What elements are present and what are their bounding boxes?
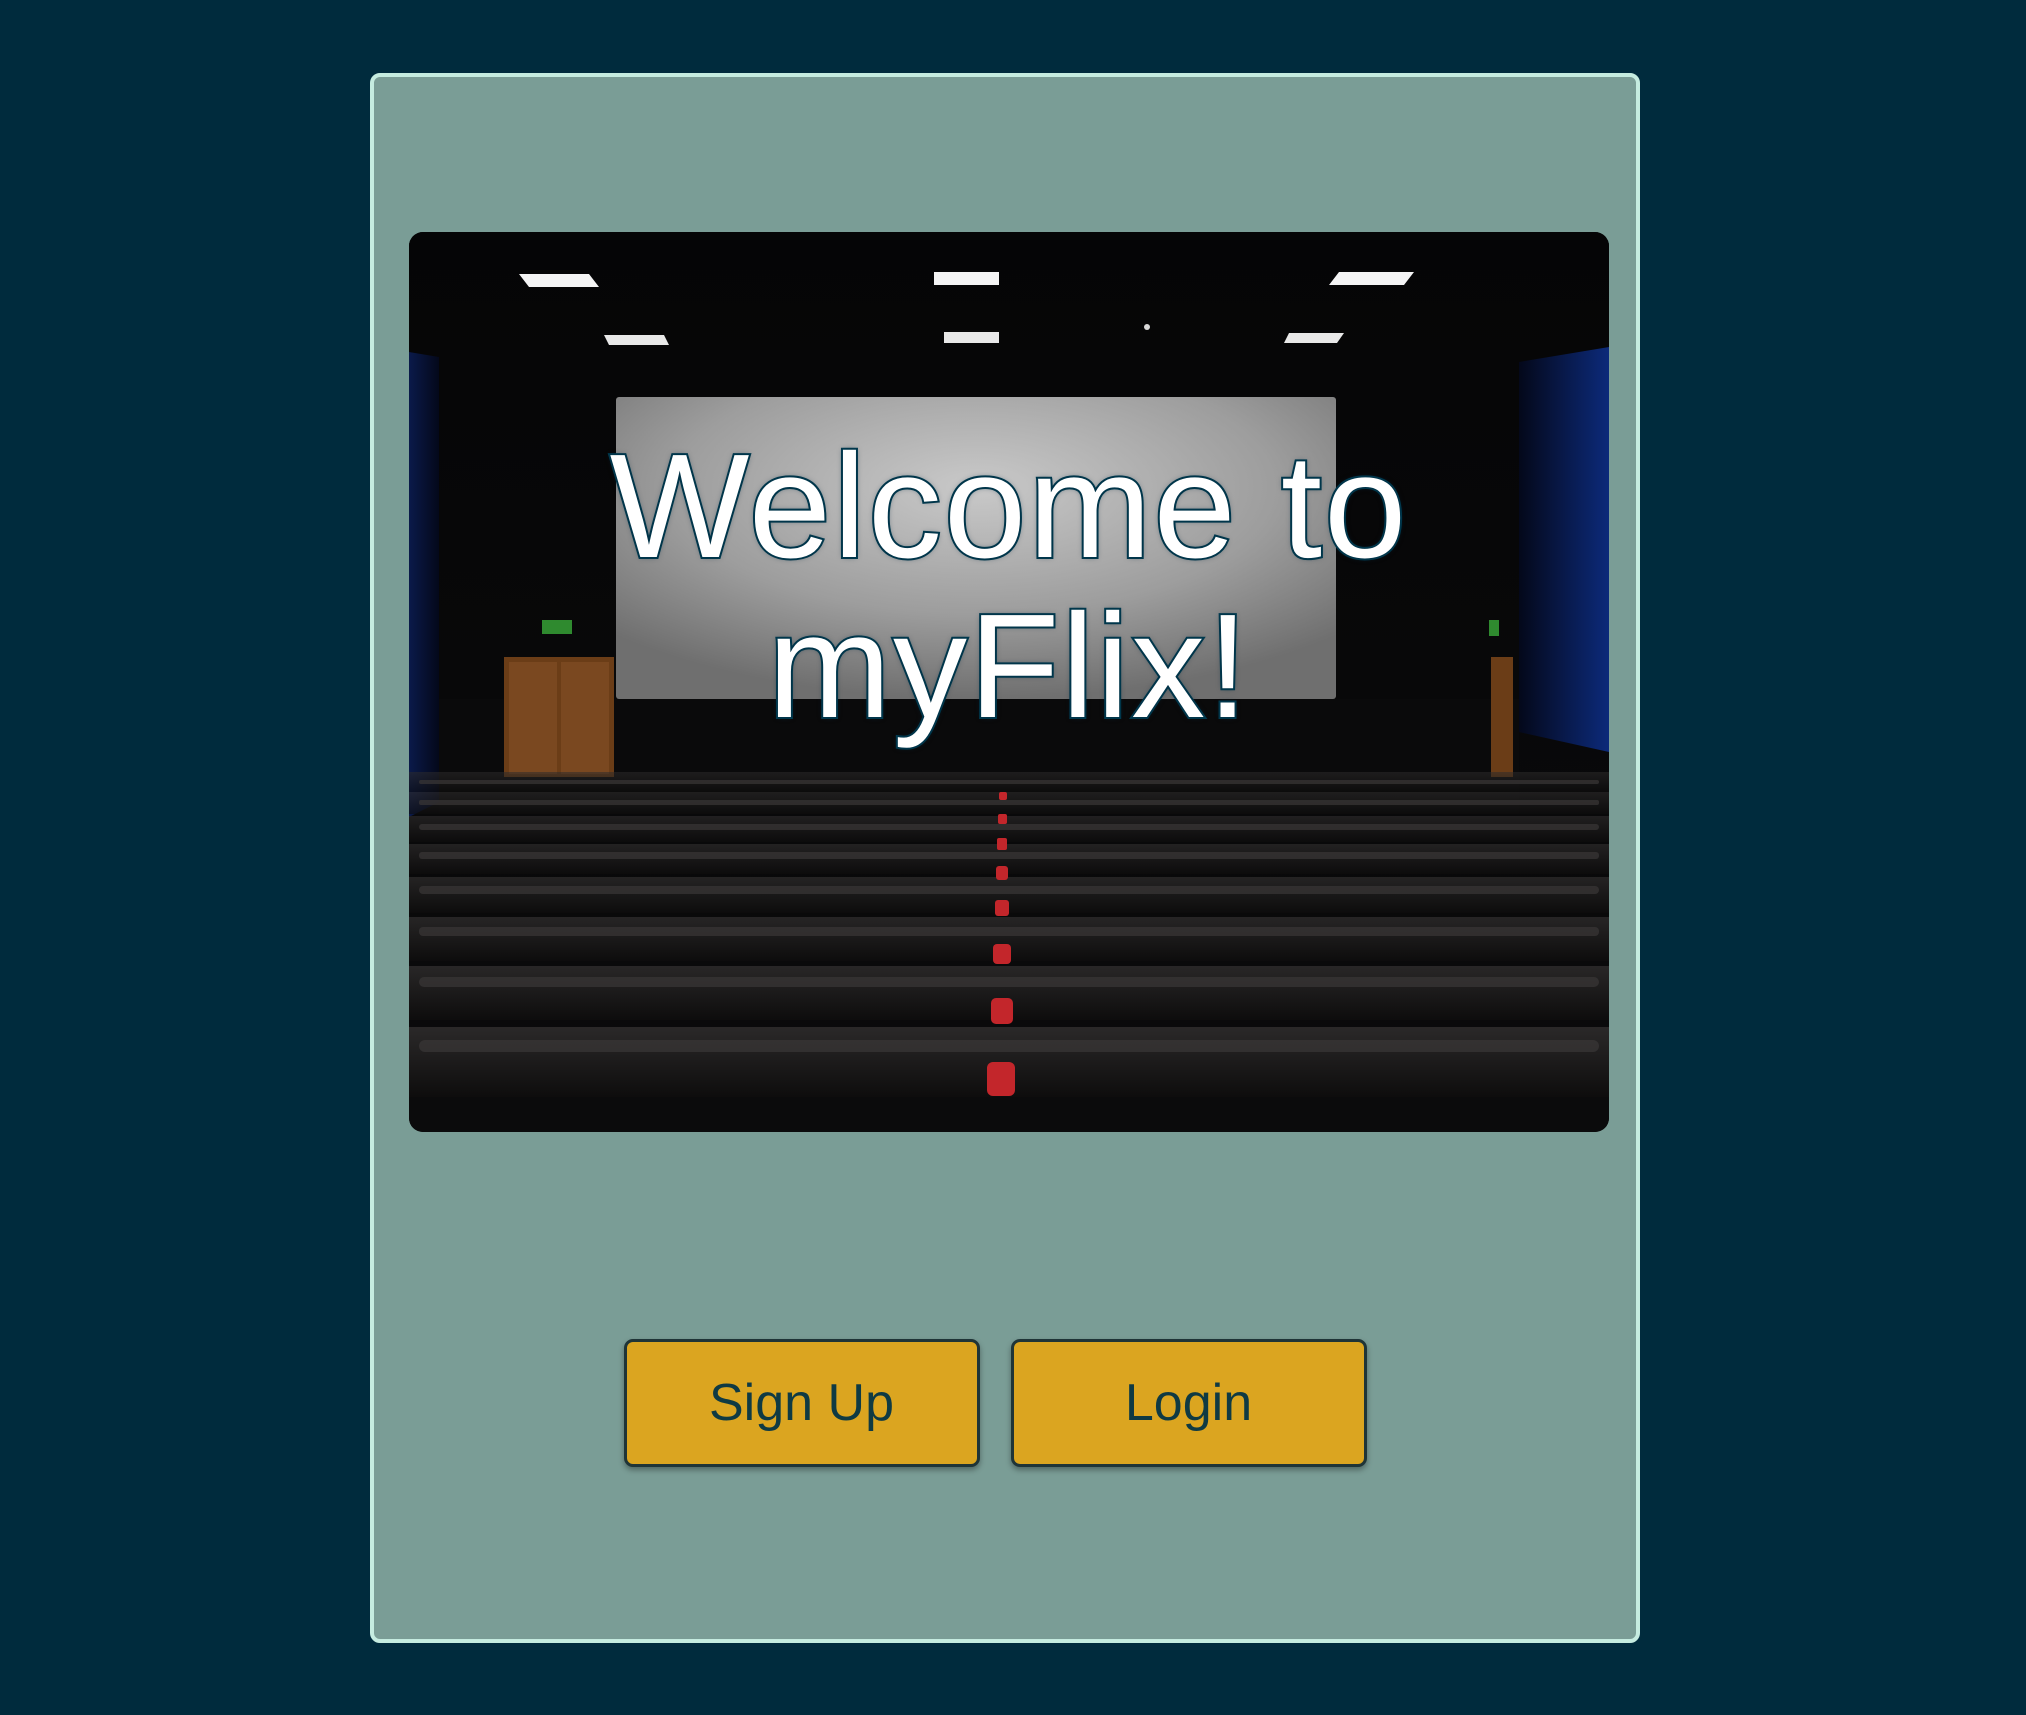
page: Welcome to myFlix! Sign Up Login xyxy=(0,0,2026,1715)
welcome-card: Welcome to myFlix! Sign Up Login xyxy=(370,73,1640,1643)
login-button[interactable]: Login xyxy=(1010,1339,1367,1467)
hero-banner: Welcome to myFlix! xyxy=(409,232,1609,1132)
signup-button[interactable]: Sign Up xyxy=(623,1339,980,1467)
welcome-title: Welcome to myFlix! xyxy=(608,424,1409,749)
action-buttons: Sign Up Login xyxy=(374,1339,1636,1469)
